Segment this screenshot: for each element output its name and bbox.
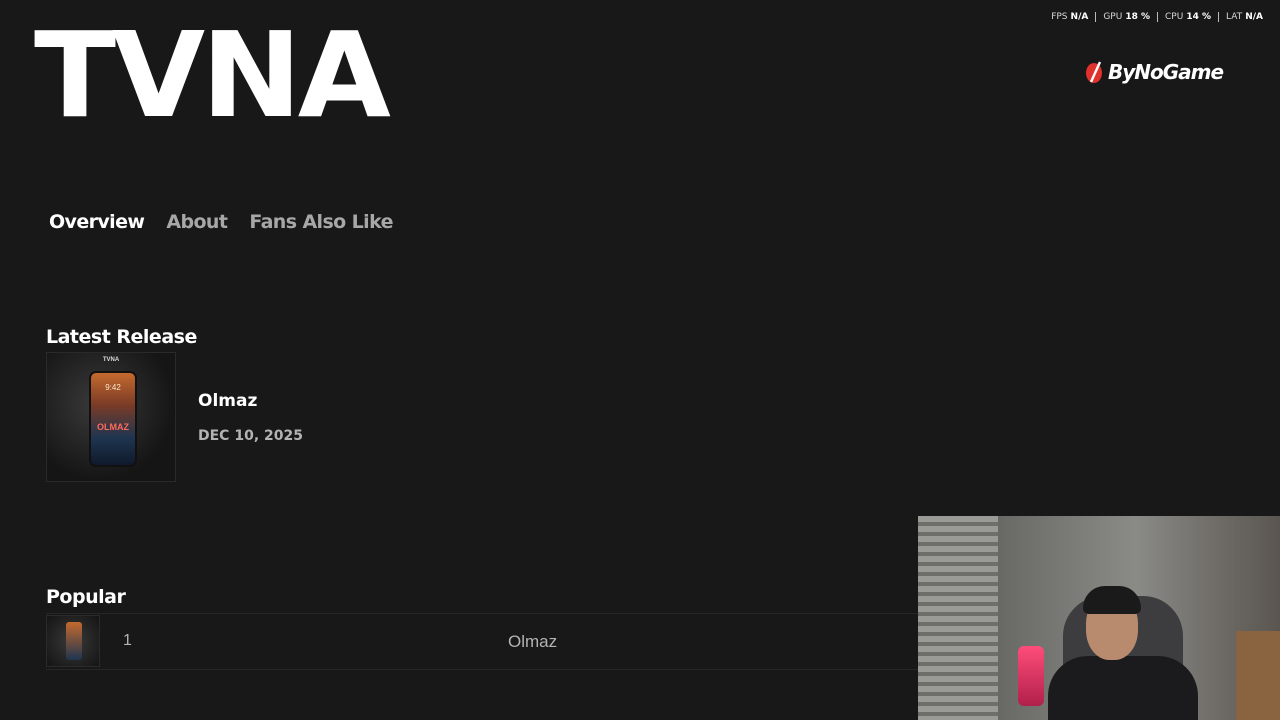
latency-stat: LAT N/A bbox=[1218, 12, 1270, 22]
cover-phone-word: OLMAZ bbox=[97, 422, 129, 432]
latest-release-cover[interactable]: TVNA 9:42 OLMAZ bbox=[46, 352, 176, 482]
tab-fans-also-like[interactable]: Fans Also Like bbox=[249, 211, 393, 239]
artist-tabs: Overview About Fans Also Like bbox=[49, 211, 393, 239]
fps-stat: FPS N/A bbox=[1051, 12, 1089, 22]
bynogame-logo: ByNoGame bbox=[1085, 60, 1224, 84]
cover-phone-image: 9:42 OLMAZ bbox=[89, 371, 137, 467]
webcam-overlay bbox=[918, 516, 1280, 720]
webcam-pink-lamp bbox=[1018, 646, 1044, 706]
latest-release-date: DEC 10, 2025 bbox=[198, 428, 303, 444]
latest-release-heading: Latest Release bbox=[46, 326, 197, 348]
cover-phone-time: 9:42 bbox=[105, 383, 121, 392]
track-rank: 1 bbox=[123, 632, 132, 649]
performance-overlay: FPS N/A GPU 18 % CPU 14 % LAT N/A bbox=[1044, 12, 1270, 22]
track-thumbnail bbox=[46, 615, 100, 667]
gpu-stat: GPU 18 % bbox=[1095, 12, 1157, 22]
logo-text: ByNoGame bbox=[1108, 60, 1224, 84]
webcam-person-body bbox=[1048, 656, 1198, 720]
active-tab-indicator bbox=[38, 36, 60, 39]
track-title[interactable]: Olmaz bbox=[508, 632, 557, 652]
tab-about[interactable]: About bbox=[166, 211, 228, 239]
cpu-stat: CPU 14 % bbox=[1157, 12, 1218, 22]
cover-brand-text: TVNA bbox=[102, 357, 120, 363]
bynogame-logo-icon bbox=[1086, 61, 1102, 83]
latest-release-title[interactable]: Olmaz bbox=[198, 391, 257, 411]
webcam-person-hair bbox=[1083, 586, 1141, 614]
webcam-furniture bbox=[1236, 631, 1280, 720]
tab-overview[interactable]: Overview bbox=[49, 211, 145, 239]
popular-heading: Popular bbox=[46, 586, 126, 608]
webcam-window-blinds bbox=[918, 516, 998, 720]
artist-title: TVNA bbox=[34, 6, 391, 144]
table-row[interactable]: 1 Olmaz bbox=[46, 613, 918, 670]
